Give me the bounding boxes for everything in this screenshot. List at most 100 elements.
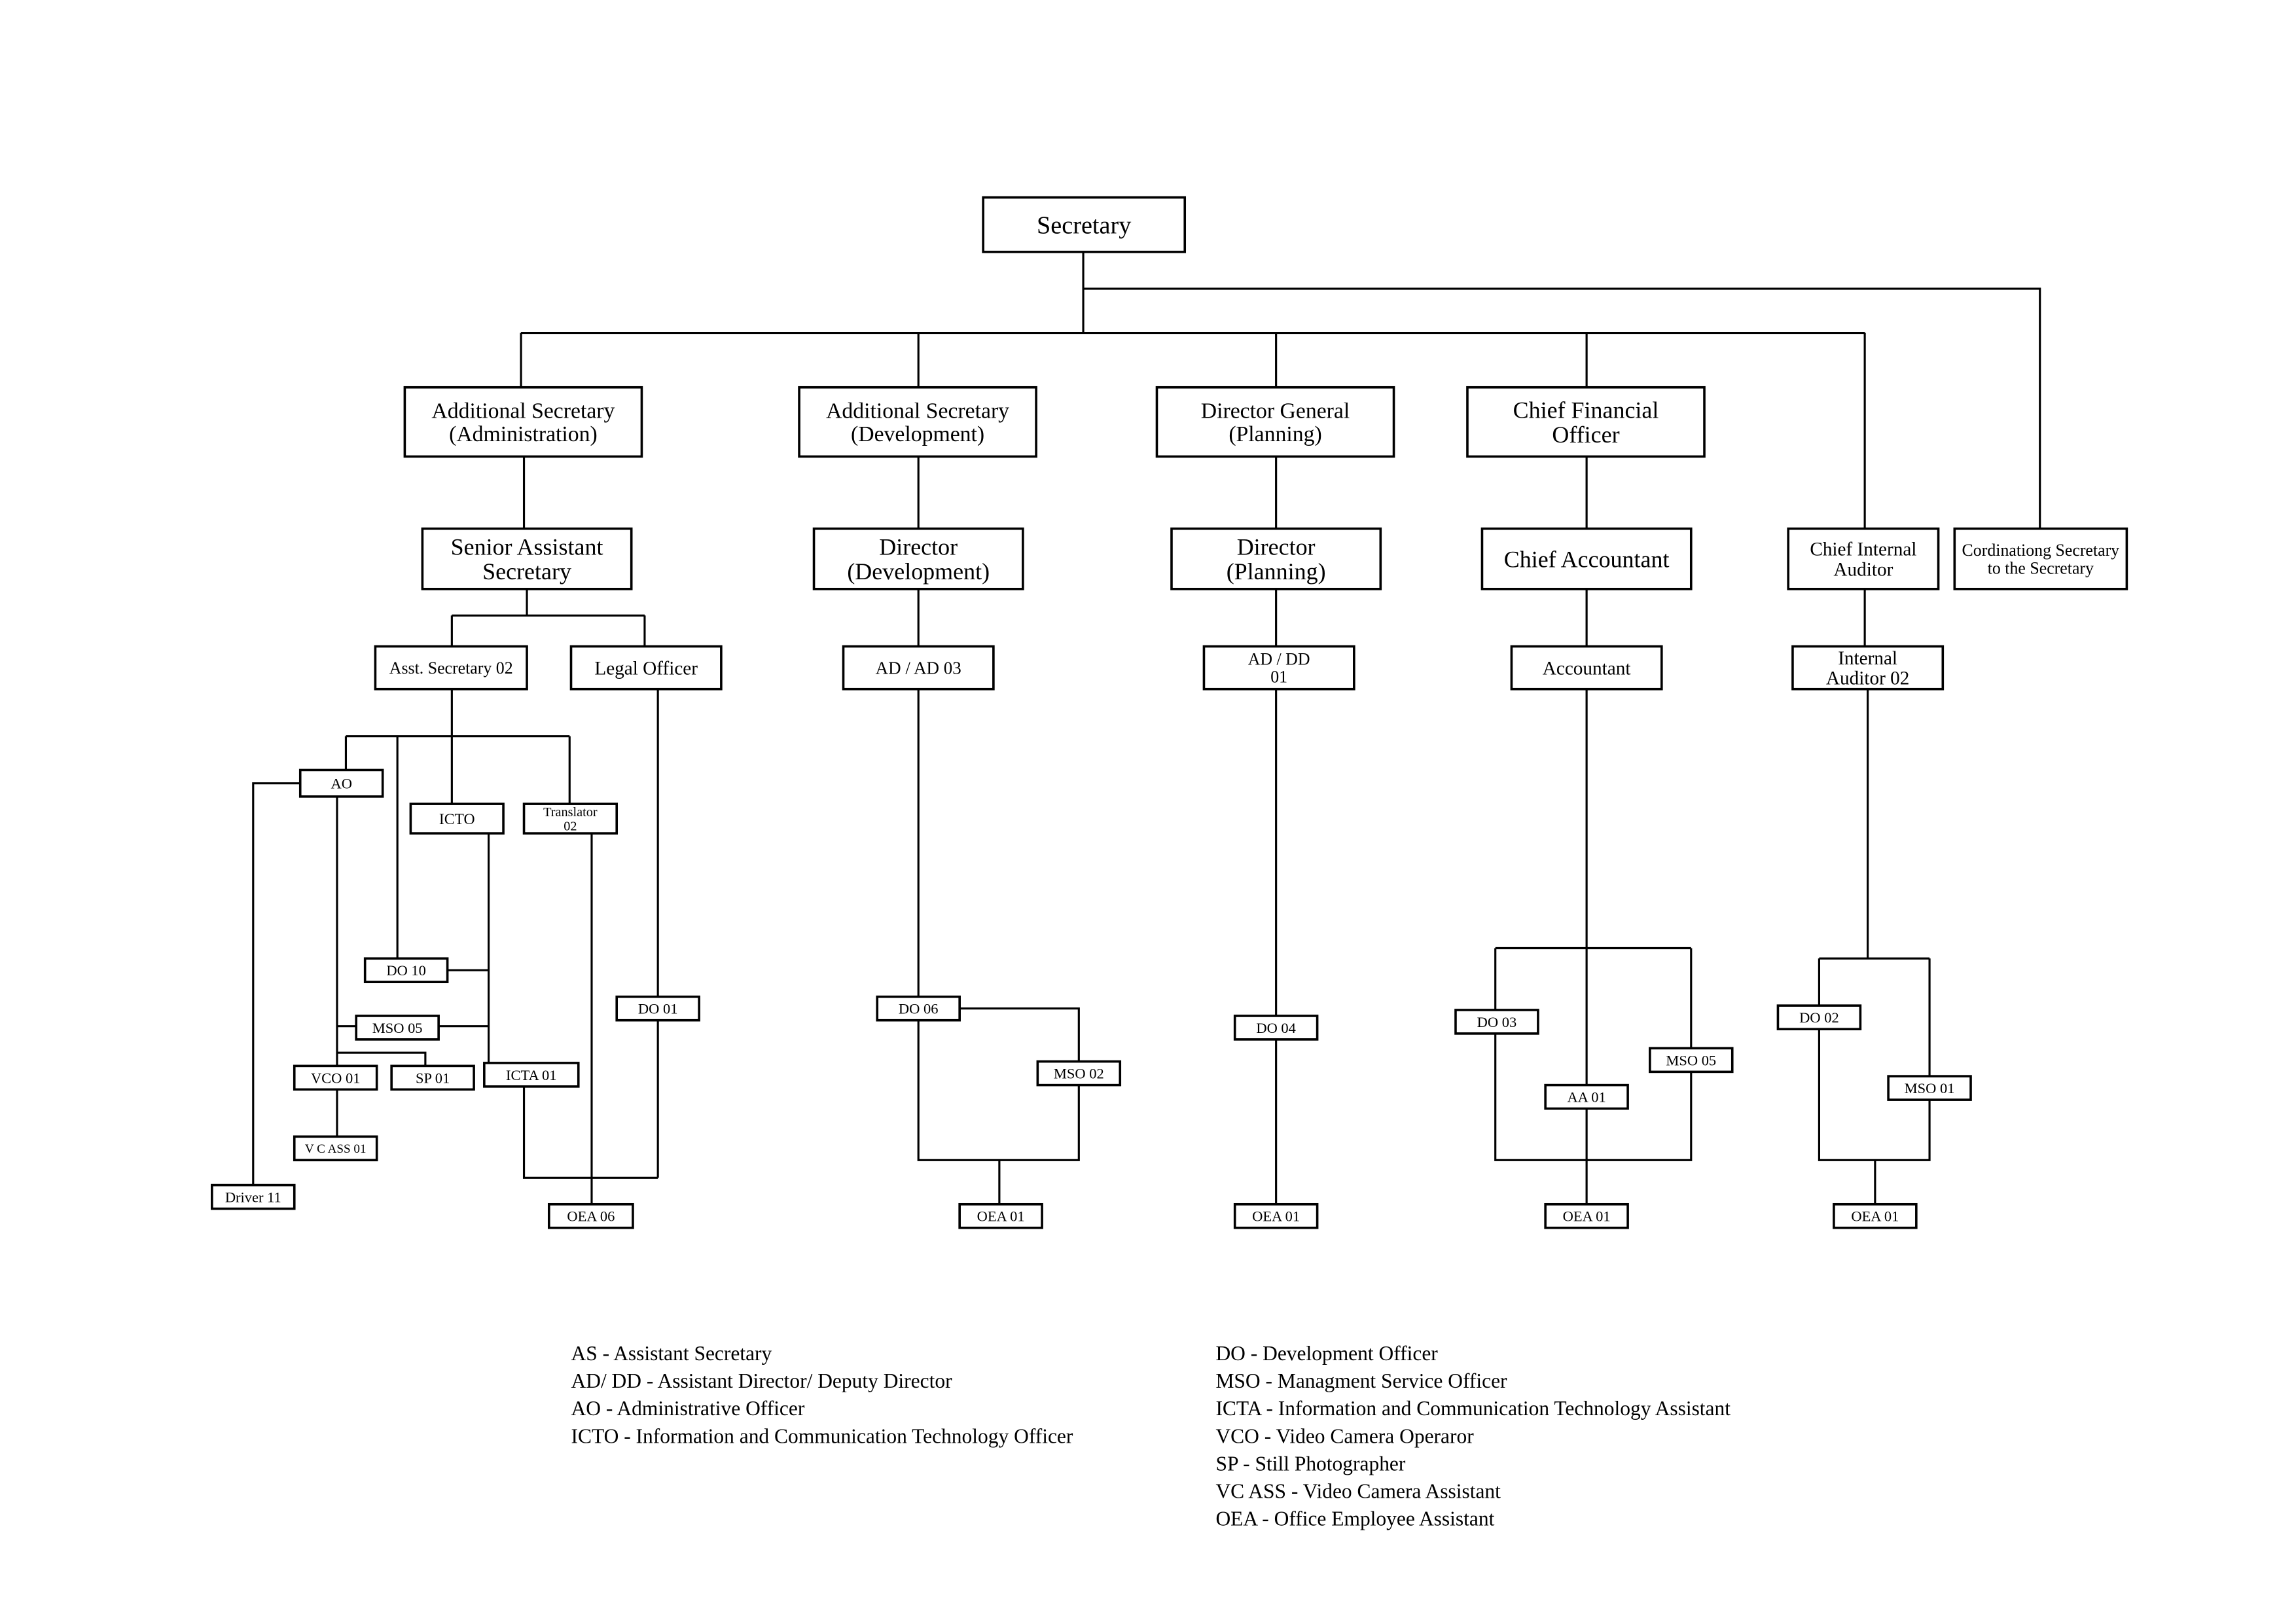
node-dg-plan: Director General(Planning) — [1155, 386, 1395, 458]
node-label: (Planning) — [1227, 558, 1326, 585]
node-mso02: MSO 02 — [1036, 1060, 1122, 1087]
org-nodes: SecretaryAdditional Secretary(Administra… — [211, 196, 2128, 1229]
node-label: 02 — [564, 819, 577, 833]
node-label: Driver 11 — [225, 1189, 281, 1205]
node-label: Cordinationg Secretary — [1962, 541, 2120, 560]
node-label: Legal Officer — [594, 658, 698, 679]
legend-entry: SP - Still Photographer — [1215, 1452, 1405, 1475]
node-label: (Development) — [851, 422, 984, 446]
node-dir-dev: Director(Development) — [812, 527, 1024, 590]
node-label: OEA 01 — [977, 1208, 1025, 1225]
node-label: OEA 01 — [1563, 1208, 1611, 1225]
node-label: AD / AD 03 — [876, 659, 961, 678]
node-label: to the Secretary — [1988, 558, 2094, 577]
node-dir-plan: Director(Planning) — [1170, 527, 1382, 590]
node-aa01: AA 01 — [1544, 1083, 1629, 1110]
node-label: Director — [1237, 533, 1316, 560]
node-label: DO 06 — [899, 1001, 939, 1017]
node-label: AA 01 — [1567, 1089, 1605, 1105]
node-label: Chief Internal — [1810, 539, 1916, 560]
connector-line — [252, 782, 300, 1185]
node-accountant: Accountant — [1510, 645, 1663, 691]
node-label: Additional Secretary — [826, 399, 1009, 424]
node-ia02: InternalAuditor 02 — [1791, 645, 1945, 691]
node-mso05: MSO 05 — [355, 1015, 440, 1041]
node-do10: DO 10 — [363, 957, 449, 984]
node-do04: DO 04 — [1233, 1015, 1319, 1041]
node-do02: DO 02 — [1776, 1004, 1862, 1030]
abbreviation-legend: AS - Assistant Secretary AD/ DD - Assista… — [571, 1342, 1731, 1530]
node-driver: Driver 11 — [211, 1183, 296, 1210]
node-label: Translator — [543, 805, 598, 820]
node-label: AD / DD — [1248, 650, 1310, 669]
node-label: (Administration) — [449, 422, 598, 446]
node-vcass: V C ASS 01 — [293, 1135, 378, 1162]
node-addd: AD / DD01 — [1202, 645, 1355, 691]
node-label: Senior Assistant — [451, 533, 603, 560]
node-label: Auditor — [1833, 559, 1893, 580]
legend-entry: AO - Administrative Officer — [571, 1397, 805, 1420]
node-secretary: Secretary — [982, 196, 1187, 253]
node-label: DO 02 — [1799, 1009, 1839, 1026]
node-label: (Planning) — [1229, 422, 1321, 446]
node-label: Accountant — [1543, 658, 1631, 679]
node-label: DO 04 — [1256, 1020, 1296, 1036]
legend-entry: VCO - Video Camera Operaror — [1215, 1424, 1474, 1447]
node-label: VCO 01 — [311, 1070, 361, 1086]
org-chart: SecretaryAdditional Secretary(Administra… — [211, 196, 2128, 1530]
node-label: DO 03 — [1477, 1014, 1517, 1030]
legend-entry: VC ASS - Video Camera Assistant — [1215, 1479, 1501, 1502]
legend-entry: OEA - Office Employee Assistant — [1215, 1507, 1494, 1530]
node-label: 01 — [1270, 668, 1287, 687]
node-label: OEA 06 — [567, 1208, 615, 1225]
node-sas: Senior AssistantSecretary — [421, 527, 633, 590]
node-label: OEA 01 — [1851, 1208, 1899, 1225]
node-label: OEA 01 — [1252, 1208, 1300, 1225]
node-mso01: MSO 01 — [1887, 1075, 1972, 1101]
legend-entry: ICTO - Information and Communication Tec… — [571, 1424, 1073, 1447]
node-ao: AO — [298, 768, 384, 798]
node-label: Secretary — [482, 558, 571, 585]
node-do06: DO 06 — [876, 995, 961, 1022]
node-label: SP 01 — [416, 1070, 450, 1086]
node-as-admin: Additional Secretary(Administration) — [403, 386, 643, 458]
node-label: Additional Secretary — [431, 399, 615, 424]
node-label: Internal — [1838, 648, 1897, 669]
node-oea-fin: OEA 01 — [1544, 1202, 1629, 1229]
node-do03: DO 03 — [1454, 1009, 1539, 1035]
legend-entry: DO - Development Officer — [1215, 1342, 1438, 1365]
legend-entry: ICTA - Information and Communication Tec… — [1215, 1397, 1731, 1420]
node-label: MSO 02 — [1054, 1066, 1104, 1082]
node-as-dev: Additional Secretary(Development) — [798, 386, 1037, 458]
node-label: DO 10 — [386, 962, 426, 979]
node-label: ICTA 01 — [506, 1067, 556, 1083]
node-coord: Cordinationg Secretaryto the Secretary — [1953, 527, 2128, 590]
node-legal: Legal Officer — [569, 645, 723, 691]
node-translator: Translator02 — [522, 803, 619, 835]
node-mso05b: MSO 05 — [1649, 1047, 1734, 1074]
node-oea-dev: OEA 01 — [958, 1202, 1043, 1229]
node-ad03: AD / AD 03 — [842, 645, 995, 691]
node-label: Auditor 02 — [1826, 668, 1909, 689]
node-do01: DO 01 — [615, 995, 700, 1022]
node-label: (Development) — [847, 558, 990, 585]
node-icta01: ICTA 01 — [483, 1062, 580, 1088]
node-label: Asst. Secretary 02 — [389, 659, 513, 677]
node-oea06: OEA 06 — [547, 1202, 634, 1229]
node-label: AO — [331, 776, 351, 792]
node-chief-acc: Chief Accountant — [1480, 527, 1693, 590]
node-label: MSO 05 — [1666, 1052, 1716, 1068]
node-label: Director — [879, 533, 958, 560]
node-icto: ICTO — [409, 803, 505, 835]
node-label: Chief Financial — [1513, 397, 1659, 423]
node-label: Officer — [1552, 422, 1619, 448]
legend-entry: AD/ DD - Assistant Director/ Deputy Dire… — [571, 1369, 953, 1392]
node-label: Chief Accountant — [1504, 546, 1670, 572]
legend-entry: AS - Assistant Secretary — [571, 1342, 772, 1365]
legend-entry: MSO - Managment Service Officer — [1215, 1369, 1507, 1392]
node-asst-sec: Asst. Secretary 02 — [374, 645, 528, 691]
node-sp01: SP 01 — [390, 1064, 475, 1091]
connector-line — [960, 1007, 1080, 1062]
node-label: DO 01 — [638, 1001, 678, 1017]
node-cia: Chief InternalAuditor — [1787, 527, 1940, 590]
